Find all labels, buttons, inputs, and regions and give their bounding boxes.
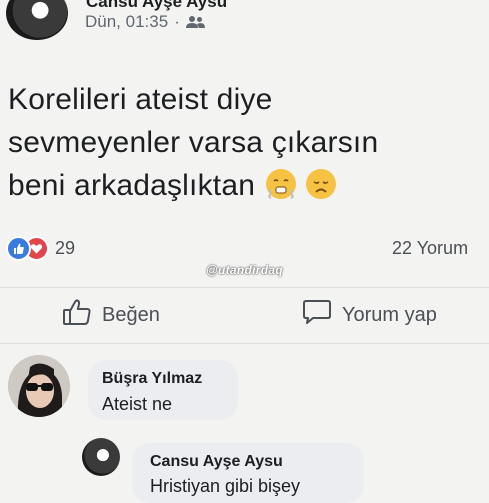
post-author-name[interactable]: Cansu Ayşe Aysu: [86, 0, 227, 12]
post-text: Korelileri ateist diye sevmeyenler varsa…: [8, 78, 488, 207]
meta-separator: ·: [174, 12, 180, 31]
post-meta: Dün, 01:35 ·: [85, 12, 206, 32]
comments-count[interactable]: 22 Yorum: [392, 238, 468, 259]
like-button[interactable]: Beğen: [62, 298, 160, 332]
comment-text: Hristiyan gibi bişey: [150, 476, 301, 496]
like-button-label: Beğen: [102, 303, 160, 326]
like-reaction-icon: [6, 236, 31, 261]
thumbs-up-icon: [62, 298, 92, 332]
comment-bubble-icon: [302, 298, 332, 332]
comment-button-label: Yorum yap: [342, 303, 437, 326]
disappointed-face-emoji: [306, 169, 337, 199]
post-timestamp[interactable]: Dün, 01:35: [85, 12, 168, 32]
post-text-line: Korelileri ateist diye: [8, 83, 273, 116]
watermark: @utandirdaq: [206, 263, 283, 277]
comment-text: Ateist ne: [102, 394, 173, 414]
reply-author-avatar[interactable]: [82, 438, 120, 476]
post-text-segment: beni arkadaşlıktan: [8, 169, 256, 202]
author-avatar[interactable]: [6, 0, 68, 40]
divider: [0, 343, 489, 344]
comment-author[interactable]: Büşra Yılmaz: [102, 370, 202, 388]
comment-author[interactable]: Cansu Ayşe Aysu: [150, 453, 283, 471]
divider: [0, 287, 489, 288]
reactions-summary[interactable]: 29: [6, 236, 75, 261]
comment-button[interactable]: Yorum yap: [302, 298, 437, 332]
steam-from-nose-emoji: [265, 169, 296, 199]
post-text-line: beni arkadaşlıktan: [8, 164, 488, 207]
reaction-count[interactable]: 29: [55, 238, 75, 259]
post-text-line: sevmeyenler varsa çıkarsın: [8, 126, 379, 159]
friends-icon[interactable]: [185, 15, 206, 29]
commenter-avatar[interactable]: [8, 355, 70, 417]
